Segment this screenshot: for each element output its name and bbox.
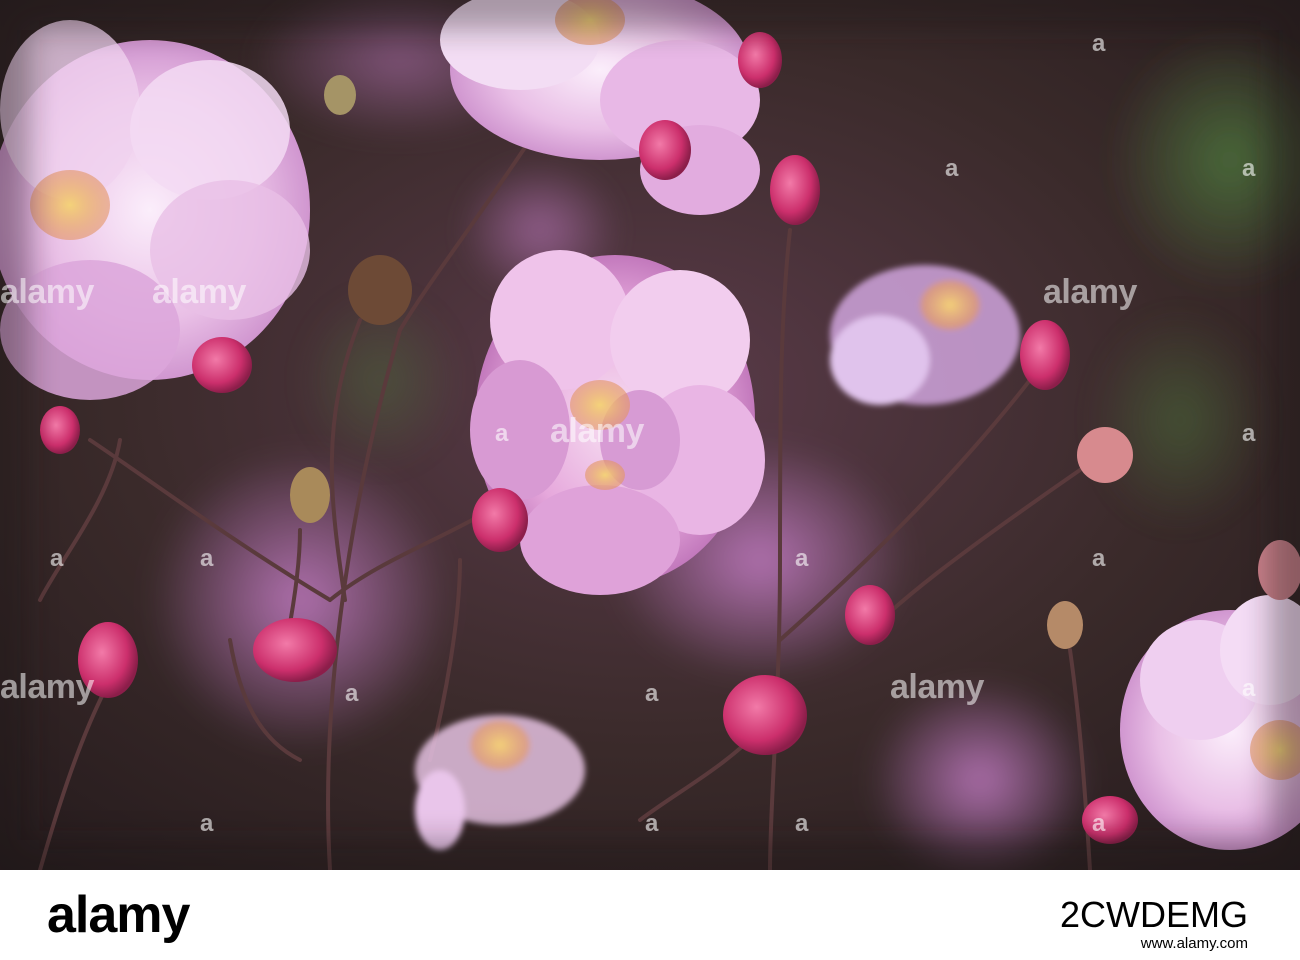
watermark: alamy [550,412,644,450]
seed-head [348,255,412,325]
watermark-mark: a [945,155,959,182]
watermark-mark: a [1242,155,1256,182]
watermark-mark: a [645,810,659,837]
image-id: 2CWDEMG [1060,894,1248,935]
watermark-mark: a [1092,545,1106,572]
watermark: alamy [890,668,984,706]
watermark-mark: a [495,420,509,447]
watermark-mark: a [200,545,214,572]
footer-bar: alamy 2CWDEMG www.alamy.com [0,870,1300,960]
watermark-mark: a [795,545,809,572]
watermark: alamy [1043,273,1137,311]
watermark: alamy [0,668,94,706]
watermark-mark: a [795,810,809,837]
rose-photo [0,0,1300,870]
watermark-mark: a [645,680,659,707]
watermark: alamy [152,273,246,311]
watermark-mark: a [1092,810,1106,837]
photo: alamy alamy alamy alamy alamy alamy a a … [0,0,1300,870]
alamy-logo: alamy [47,886,190,944]
watermark-mark: a [200,810,214,837]
rose-right [830,265,1020,405]
watermark-mark: a [345,680,359,707]
site-url: www.alamy.com [1140,935,1248,952]
watermark-mark: a [1242,675,1256,702]
watermark-mark: a [1242,420,1256,447]
watermark-mark: a [1092,30,1106,57]
watermark-mark: a [50,545,64,572]
watermark: alamy [0,273,94,311]
